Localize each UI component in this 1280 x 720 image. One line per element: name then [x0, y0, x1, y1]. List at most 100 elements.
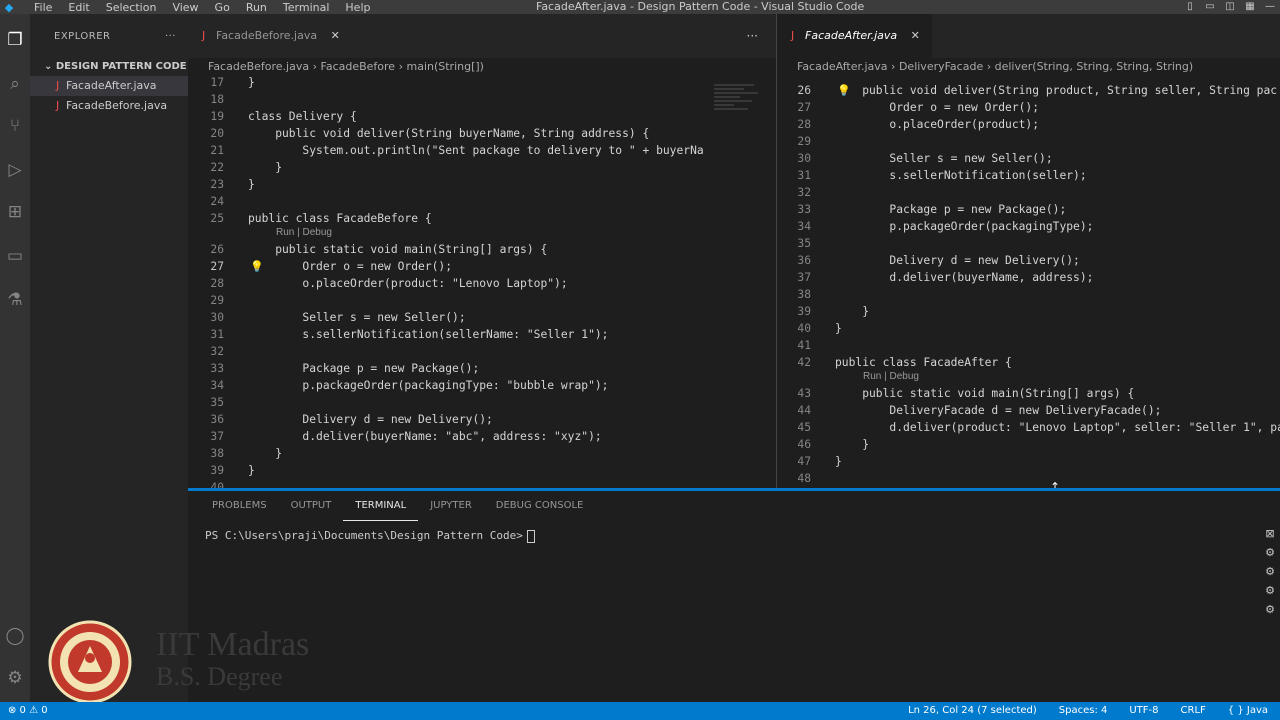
extensions-icon[interactable]: ⊞ [0, 202, 30, 222]
menu-go[interactable]: Go [207, 1, 238, 14]
line-number: 32 [797, 186, 811, 199]
terminal-instance-icon[interactable]: ⚙ [1262, 584, 1278, 597]
breadcrumb-class[interactable]: DeliveryFacade [899, 60, 983, 73]
code-line[interactable]: p.packageOrder(packagingType); [835, 220, 1093, 233]
code-line[interactable]: d.deliver(buyerName, address); [835, 271, 1093, 284]
lightbulb-icon[interactable]: 💡 [250, 260, 264, 273]
source-control-icon[interactable]: ⑂ [0, 116, 30, 136]
breadcrumb-file[interactable]: FacadeAfter.java [797, 60, 888, 73]
account-icon[interactable]: ◯ [0, 626, 30, 646]
code-line[interactable]: } [835, 455, 842, 468]
code-line[interactable]: Package p = new Package(); [248, 362, 479, 375]
chevron-down-icon: ⌄ [44, 61, 56, 72]
code-line[interactable]: public void deliver(String product, Stri… [835, 84, 1277, 97]
line-ending[interactable]: CRLF [1181, 702, 1206, 720]
tab-facade-before[interactable]: J FacadeBefore.java ✕ [188, 14, 352, 58]
code-line[interactable]: class Delivery { [248, 110, 357, 123]
search-icon[interactable]: ⌕ [0, 74, 30, 94]
codelens-run-debug[interactable]: Run | Debug [863, 371, 919, 382]
breadcrumb-class[interactable]: FacadeBefore [321, 60, 396, 73]
close-icon[interactable]: ✕ [911, 29, 920, 42]
breadcrumb-method[interactable]: deliver(String, String, String, String) [995, 60, 1194, 73]
code-line[interactable]: Package p = new Package(); [835, 203, 1066, 216]
menu-terminal[interactable]: Terminal [275, 1, 338, 14]
menu-edit[interactable]: Edit [60, 1, 97, 14]
terminal-instance-icon[interactable]: ⚙ [1262, 565, 1278, 578]
problems-count[interactable]: ⊗ 0 ⚠ 0 [8, 702, 48, 720]
code-line[interactable]: } [835, 438, 869, 451]
cursor-position[interactable]: Ln 26, Col 24 (7 selected) [908, 702, 1037, 720]
code-line[interactable]: } [248, 161, 282, 174]
layout-icon[interactable]: ▯ [1180, 0, 1200, 14]
language-mode[interactable]: { } Java [1228, 702, 1268, 720]
code-line[interactable]: d.deliver(product: "Lenovo Laptop", sell… [835, 421, 1280, 434]
breadcrumb-method[interactable]: main(String[]) [406, 60, 483, 73]
code-line[interactable]: } [248, 76, 255, 89]
code-line[interactable]: public void deliver(String buyerName, St… [248, 127, 649, 140]
encoding[interactable]: UTF-8 [1129, 702, 1158, 720]
testing-icon[interactable]: ⚗ [0, 290, 30, 310]
customize-layout-icon[interactable]: ▦ [1240, 0, 1260, 14]
code-line[interactable]: Order o = new Order(); [835, 101, 1039, 114]
code-line[interactable]: public class FacadeAfter { [835, 356, 1012, 369]
close-icon[interactable]: ✕ [331, 29, 340, 42]
java-file-icon: J [56, 79, 60, 92]
tab-debug-console[interactable]: DEBUG CONSOLE [484, 491, 596, 521]
menu-view[interactable]: View [164, 1, 206, 14]
code-line[interactable]: } [248, 447, 282, 460]
folder-design-pattern-code[interactable]: ⌄ DESIGN PATTERN CODE [30, 58, 188, 76]
code-line[interactable]: Seller s = new Seller(); [835, 152, 1052, 165]
explorer-more-button[interactable]: ··· [165, 31, 176, 42]
terminal-instance-icon[interactable]: ⚙ [1262, 603, 1278, 616]
file-facade-after[interactable]: J FacadeAfter.java [30, 76, 188, 96]
tab-jupyter[interactable]: JUPYTER [418, 491, 484, 521]
menu-file[interactable]: File [26, 1, 60, 14]
split-icon[interactable]: ◫ [1220, 0, 1240, 14]
code-line[interactable]: Delivery d = new Delivery(); [835, 254, 1079, 267]
code-line[interactable]: Order o = new Order(); [248, 260, 452, 273]
settings-gear-icon[interactable]: ⚙ [0, 668, 30, 688]
tab-terminal[interactable]: TERMINAL [343, 491, 419, 521]
line-number: 47 [797, 455, 811, 468]
line-number: 26 [797, 84, 811, 97]
code-line[interactable]: public class FacadeBefore { [248, 212, 432, 225]
breadcrumb-file[interactable]: FacadeBefore.java [208, 60, 309, 73]
menu-selection[interactable]: Selection [98, 1, 165, 14]
code-line[interactable]: s.sellerNotification(seller); [835, 169, 1086, 182]
code-line[interactable]: Seller s = new Seller(); [248, 311, 465, 324]
code-line[interactable]: p.packageOrder(packagingType: "bubble wr… [248, 379, 608, 392]
terminal-instance-icon[interactable]: ⚙ [1262, 546, 1278, 559]
code-line[interactable]: d.deliver(buyerName: "abc", address: "xy… [248, 430, 601, 443]
code-line[interactable]: o.placeOrder(product: "Lenovo Laptop"); [248, 277, 567, 290]
minimize-icon[interactable]: — [1260, 0, 1280, 14]
run-debug-icon[interactable]: ▷ [0, 160, 30, 180]
editor-more-button[interactable]: ··· [747, 14, 758, 58]
indentation[interactable]: Spaces: 4 [1059, 702, 1108, 720]
code-line[interactable]: public static void main(String[] args) { [835, 387, 1134, 400]
code-line[interactable]: System.out.println("Sent package to deli… [248, 144, 703, 157]
code-line[interactable]: Delivery d = new Delivery(); [248, 413, 492, 426]
terminal-output[interactable]: PS C:\Users\praji\Documents\Design Patte… [205, 529, 535, 543]
code-line[interactable]: DeliveryFacade d = new DeliveryFacade(); [835, 404, 1161, 417]
line-number: 37 [797, 271, 811, 284]
menu-run[interactable]: Run [238, 1, 275, 14]
menu-help[interactable]: Help [337, 1, 378, 14]
panel-toggle-icon[interactable]: ▭ [1200, 0, 1220, 14]
lightbulb-icon[interactable]: 💡 [837, 84, 851, 97]
code-line[interactable]: s.sellerNotification(sellerName: "Seller… [248, 328, 608, 341]
remote-explorer-icon[interactable]: ▭ [0, 246, 30, 266]
code-line[interactable]: o.placeOrder(product); [835, 118, 1039, 131]
code-line[interactable]: } [835, 305, 869, 318]
explorer-icon[interactable]: ❐ [0, 30, 30, 50]
code-line[interactable]: public static void main(String[] args) { [248, 243, 547, 256]
minimap[interactable] [714, 82, 762, 142]
codelens-run-debug[interactable]: Run | Debug [276, 227, 332, 238]
tab-facade-after[interactable]: J FacadeAfter.java ✕ [777, 14, 932, 58]
code-line[interactable]: } [248, 464, 255, 477]
tab-problems[interactable]: PROBLEMS [200, 491, 279, 521]
code-line[interactable]: } [248, 178, 255, 191]
terminal-instance-icon[interactable]: ⊠ [1262, 527, 1278, 540]
file-facade-before[interactable]: J FacadeBefore.java [30, 96, 188, 116]
tab-output[interactable]: OUTPUT [279, 491, 344, 521]
code-line[interactable]: } [835, 322, 842, 335]
